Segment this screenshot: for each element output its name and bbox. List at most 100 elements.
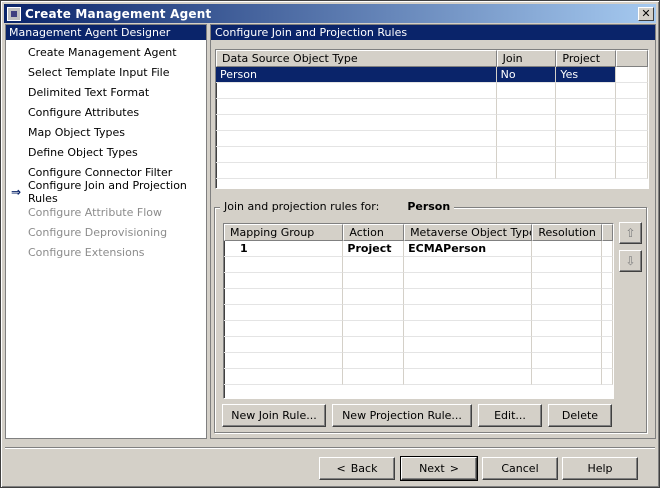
table-cell [404, 273, 533, 289]
delete-button[interactable]: Delete [548, 404, 612, 427]
table-cell [602, 321, 613, 337]
column-mapping-group[interactable]: Mapping Group [224, 224, 344, 241]
empty-row [224, 257, 613, 273]
designer-panel-header: Management Agent Designer [6, 25, 206, 40]
step-item[interactable]: Define Object Types [6, 142, 206, 162]
empty-row [224, 353, 613, 369]
table-cell [532, 241, 603, 257]
current-step-arrow-icon: ⇒ [11, 185, 22, 199]
table-cell [616, 99, 648, 115]
back-button[interactable]: < Back [319, 457, 395, 480]
step-item[interactable]: Create Management Agent [6, 42, 206, 62]
table-cell [602, 289, 613, 305]
rule-row[interactable]: 1 Project ECMAPerson [224, 241, 613, 257]
table-cell: No [496, 67, 557, 83]
step-item[interactable]: Configure Deprovisioning [6, 222, 206, 242]
step-item[interactable]: Select Template Input File [6, 62, 206, 82]
new-join-rule-button[interactable]: New Join Rule... [222, 404, 326, 427]
arrow-down-icon: ⇩ [625, 254, 636, 268]
table-cell [343, 369, 405, 385]
back-label: Back [350, 462, 378, 475]
step-item[interactable]: Delimited Text Format [6, 82, 206, 102]
column-action[interactable]: Action [343, 224, 405, 241]
table-cell [224, 305, 344, 321]
table-cell [404, 369, 533, 385]
content-panel-header: Configure Join and Projection Rules [211, 25, 655, 40]
step-item[interactable]: Configure Attribute Flow [6, 202, 206, 222]
window-title: Create Management Agent [25, 6, 212, 21]
table-cell [404, 321, 533, 337]
table-cell [404, 305, 533, 321]
close-button[interactable]: ✕ [638, 6, 654, 21]
column-metaverse-object-type[interactable]: Metaverse Object Type [404, 224, 533, 241]
table-cell [556, 99, 617, 115]
table-cell [556, 83, 617, 99]
table-cell: 1 [224, 241, 344, 257]
step-item[interactable]: Configure Extensions [6, 242, 206, 262]
table-cell: Person [216, 67, 497, 83]
step-label: Configure Extensions [28, 245, 145, 259]
next-arrow-icon: > [449, 462, 459, 475]
table-cell [343, 257, 405, 273]
table-cell [216, 163, 497, 179]
next-button[interactable]: Next > [400, 456, 478, 481]
table-cell [532, 289, 603, 305]
table-cell [224, 273, 344, 289]
table-cell [616, 67, 648, 83]
table-cell [616, 83, 648, 99]
table-cell [556, 147, 617, 163]
table-cell [602, 241, 613, 257]
column-project[interactable]: Project [556, 50, 617, 67]
object-type-row[interactable]: Person No Yes [216, 67, 648, 83]
designer-steps-list: Create Management Agent Select Template I… [6, 40, 206, 262]
table-cell [532, 273, 603, 289]
empty-row [216, 115, 648, 131]
move-up-button[interactable]: ⇧ [619, 222, 642, 244]
rules-table[interactable]: Mapping Group Action Metaverse Object Ty… [223, 223, 614, 399]
rules-rows: 1 Project ECMAPerson [224, 241, 613, 385]
object-type-table[interactable]: Data Source Object Type Join Project Per… [215, 49, 649, 189]
table-cell [496, 131, 557, 147]
column-filler [616, 50, 648, 67]
designer-steps-panel: Management Agent Designer Create Managem… [5, 24, 207, 439]
title-bar[interactable]: Create Management Agent ✕ [4, 4, 656, 23]
empty-row [224, 289, 613, 305]
app-icon [7, 6, 21, 21]
column-resolution[interactable]: Resolution [532, 224, 603, 241]
table-cell [224, 337, 344, 353]
table-cell [556, 115, 617, 131]
step-label: Create Management Agent [28, 45, 177, 59]
new-projection-rule-button[interactable]: New Projection Rule... [332, 404, 472, 427]
step-label: Configure Connector Filter [28, 165, 173, 179]
table-cell [616, 115, 648, 131]
table-cell [602, 337, 613, 353]
step-item[interactable]: Configure Attributes [6, 102, 206, 122]
table-cell [496, 163, 557, 179]
back-arrow-icon: < [336, 462, 346, 475]
step-item[interactable]: ⇒ Configure Join and Projection Rules [6, 179, 206, 205]
table-cell [343, 321, 405, 337]
step-label: Map Object Types [28, 125, 126, 139]
step-label: Define Object Types [28, 145, 138, 159]
step-label: Delimited Text Format [28, 85, 150, 99]
table-cell [224, 289, 344, 305]
column-filler [602, 224, 613, 241]
empty-row [216, 83, 648, 99]
empty-row [216, 99, 648, 115]
cancel-button[interactable]: Cancel [482, 457, 558, 480]
edit-button[interactable]: Edit... [478, 404, 542, 427]
step-item[interactable]: Map Object Types [6, 122, 206, 142]
rules-for-object: Person [407, 200, 451, 213]
help-button[interactable]: Help [562, 457, 638, 480]
column-data-source-object-type[interactable]: Data Source Object Type [216, 50, 497, 67]
arrow-up-icon: ⇧ [625, 226, 636, 240]
move-down-button[interactable]: ⇩ [619, 250, 642, 272]
table-cell [556, 131, 617, 147]
table-cell [556, 163, 617, 179]
table-cell [343, 337, 405, 353]
table-cell [404, 289, 533, 305]
close-icon: ✕ [641, 7, 651, 20]
column-join[interactable]: Join [496, 50, 557, 67]
step-label: Select Template Input File [28, 65, 170, 79]
object-type-table-header: Data Source Object Type Join Project [216, 50, 648, 67]
